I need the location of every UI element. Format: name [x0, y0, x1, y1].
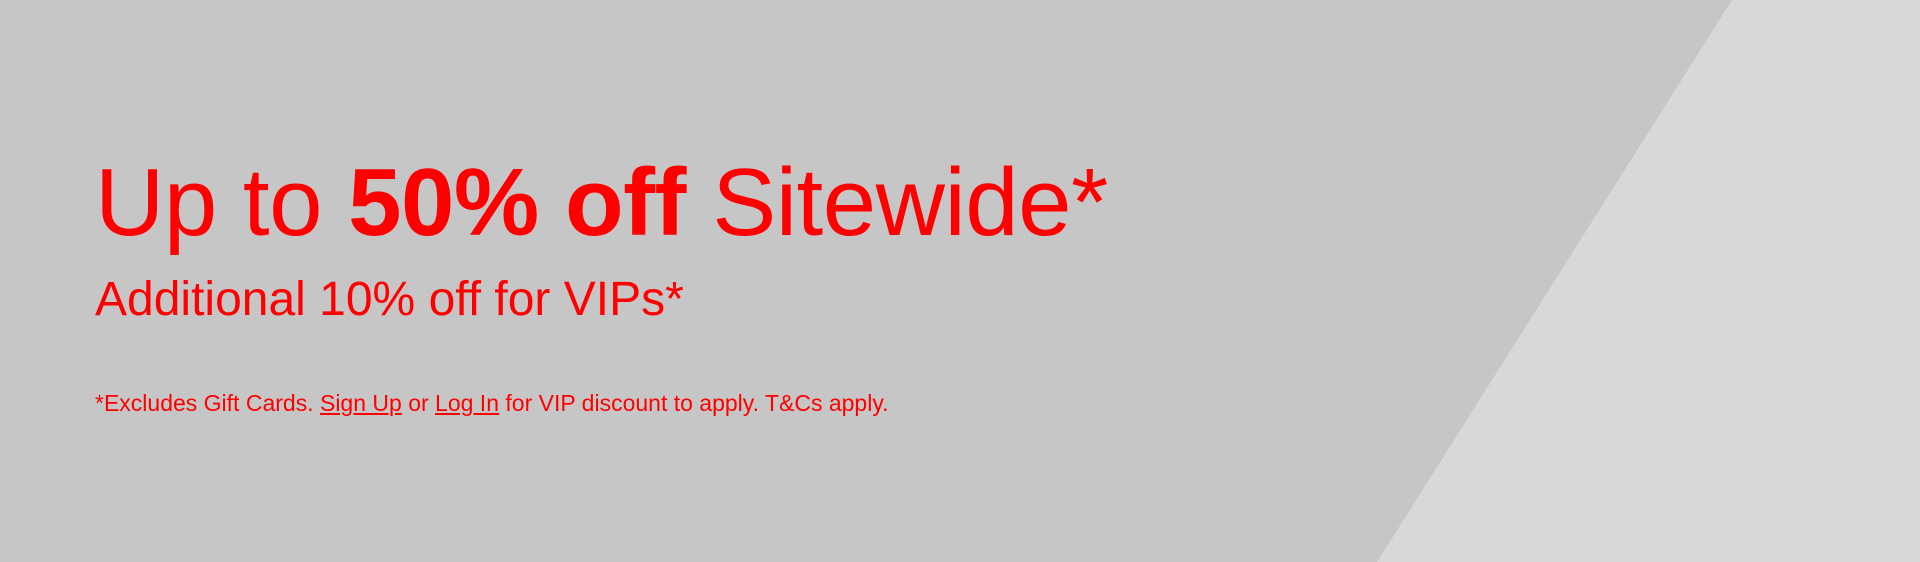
headline-discount: 50% off — [348, 149, 687, 256]
log-in-link[interactable]: Log In — [435, 390, 499, 416]
headline-suffix: Sitewide* — [712, 149, 1108, 256]
promo-headline: Up to 50% off Sitewide* — [95, 155, 1108, 251]
disclaimer-lead: *Excludes Gift Cards. — [95, 390, 314, 416]
disclaimer-connector: or — [408, 390, 429, 416]
promo-subheadline: Additional 10% off for VIPs* — [95, 273, 684, 326]
promo-disclaimer: *Excludes Gift Cards. Sign Up or Log In … — [95, 392, 889, 415]
promo-banner: Up to 50% off Sitewide* Additional 10% o… — [0, 0, 1920, 562]
headline-prefix: Up to — [95, 149, 322, 256]
disclaimer-tail: for VIP discount to apply. T&Cs apply. — [505, 390, 889, 416]
sign-up-link[interactable]: Sign Up — [320, 390, 402, 416]
